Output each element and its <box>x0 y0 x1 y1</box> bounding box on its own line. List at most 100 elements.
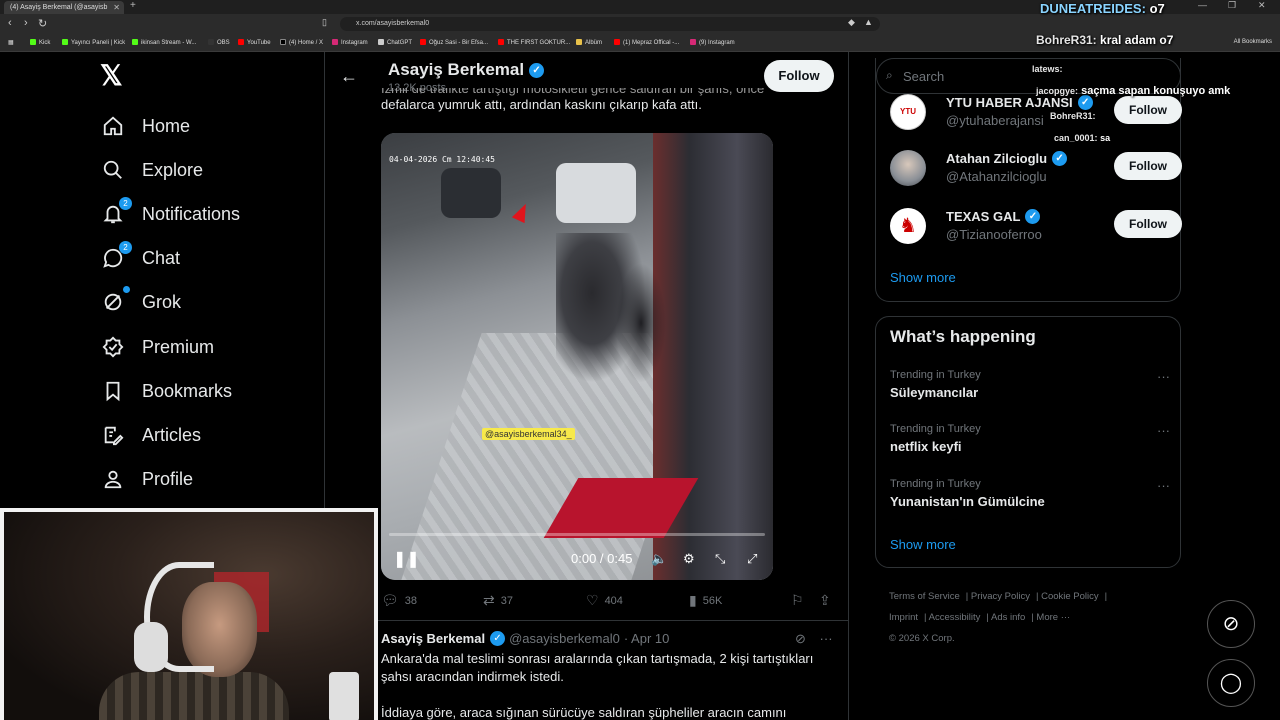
streamer-shirt <box>99 672 289 720</box>
repost-button[interactable]: ⇄ 37 <box>483 592 513 609</box>
fullscreen-icon[interactable]: ⤢ <box>747 551 757 567</box>
bookmark-item[interactable]: (9) Instagram <box>690 39 735 46</box>
grok-explain-icon[interactable]: ⊘ <box>795 631 806 646</box>
minimize-video-icon[interactable]: ⤡ <box>715 551 725 567</box>
back-arrow-icon[interactable]: ← <box>340 66 358 87</box>
suggested-account[interactable]: ♞ TEXAS GAL ✓ @Tizianooferroo Follow <box>890 208 1182 248</box>
suggested-account[interactable]: Atahan Zilcioglu ✓ @Atahanzilcioglu Follo… <box>890 150 1182 190</box>
footer-link[interactable]: Accessibility <box>929 612 981 623</box>
search-icon <box>100 157 126 183</box>
more-options-icon[interactable]: ··· <box>1157 478 1170 493</box>
tweet-author-handle[interactable]: @asayisberkemal0 <box>509 631 620 646</box>
bookmark-item[interactable]: Kick <box>30 39 50 46</box>
bookmark-page-icon[interactable]: ▯ <box>322 17 327 28</box>
footer-link[interactable]: Terms of Service <box>889 591 960 602</box>
settings-gear-icon[interactable]: ⚙ <box>683 551 695 567</box>
grok-dot <box>123 286 130 293</box>
chat-line: BohreR31: kral adam o7 <box>1036 33 1174 47</box>
nav-profile[interactable]: Profile <box>100 464 193 494</box>
messages-float-button[interactable]: ◯ <box>1207 659 1255 707</box>
bookmark-item[interactable]: Yayıncı Paneli | Kick <box>62 39 125 46</box>
follow-button[interactable]: Follow <box>1114 96 1182 124</box>
verified-badge-icon: ✓ <box>1052 151 1068 166</box>
apps-icon[interactable]: ▦ <box>8 39 14 46</box>
address-bar[interactable]: x.com/asayisberkemal0 <box>340 17 880 31</box>
rewards-icon[interactable]: ▲ <box>864 17 873 27</box>
show-more-link[interactable]: Show more <box>890 270 956 285</box>
reload-icon[interactable]: ↻ <box>38 17 47 30</box>
nav-premium[interactable]: Premium <box>100 332 214 362</box>
bookmark-item[interactable]: ChatGPT <box>378 39 412 46</box>
show-more-link[interactable]: Show more <box>890 537 956 552</box>
maximize-icon[interactable]: ❐ <box>1228 0 1236 11</box>
nav-grok[interactable]: Grok <box>100 286 181 317</box>
x-logo-icon[interactable]: 𝕏 <box>100 62 128 90</box>
notification-badge: 2 <box>119 197 132 210</box>
nav-home[interactable]: Home <box>100 111 190 141</box>
volume-icon[interactable]: 🔈 <box>651 551 667 567</box>
close-tab-icon[interactable]: ✕ <box>113 3 120 12</box>
bookmark-item[interactable]: OBS <box>208 39 230 46</box>
footer-link[interactable]: Imprint <box>889 612 918 623</box>
nav-notifications[interactable]: 2 Notifications <box>100 197 240 229</box>
footer-link[interactable]: Cookie Policy <box>1041 591 1099 602</box>
nav-articles[interactable]: Articles <box>100 420 201 450</box>
follow-button[interactable]: Follow <box>1114 210 1182 238</box>
tweet-author-name[interactable]: Asayiş Berkemal <box>381 631 485 646</box>
copyright: © 2026 X Corp. <box>889 633 955 644</box>
window-close-icon[interactable]: ✕ <box>1258 0 1266 11</box>
tweet-paragraph: Ankara'da mal teslimi sonrası aralarında… <box>381 651 814 684</box>
views-button[interactable]: ▮ 56K <box>689 592 722 609</box>
nav-label: Bookmarks <box>142 380 233 401</box>
footer-link[interactable]: Ads info <box>991 612 1025 623</box>
reply-button[interactable]: 💬︎ 38 <box>381 592 417 609</box>
bookmark-item[interactable]: YouTube <box>238 39 271 46</box>
bookmark-item[interactable]: Oğuz Sasi - Bir Efsa... <box>420 39 488 46</box>
all-bookmarks[interactable]: All Bookmarks <box>1234 39 1272 45</box>
like-count: 404 <box>604 594 623 607</box>
profile-icon <box>100 466 126 492</box>
suggested-account[interactable]: YTU YTU HABER AJANSI ✓ @ytuhaberajansi Fo… <box>890 94 1182 134</box>
whats-happening-panel: What’s happening Trending in Turkey Süle… <box>875 316 1181 568</box>
bookmark-item[interactable]: Albüm <box>576 39 602 46</box>
nav-explore[interactable]: Explore <box>100 155 203 185</box>
new-tab-icon[interactable]: + <box>130 0 136 11</box>
pause-icon[interactable]: ❚❚ <box>393 549 420 569</box>
more-options-icon[interactable]: ··· <box>820 631 833 646</box>
bookmark-item[interactable]: Instagram <box>332 39 368 46</box>
bookmark-tweet-icon[interactable]: ⚐ <box>791 592 810 609</box>
video-progress-bar[interactable] <box>389 533 765 536</box>
nav-label: Articles <box>142 424 202 445</box>
tweet-video[interactable]: 04-04-2026 Cm 12:40:45 @asayisberkemal34… <box>381 133 773 580</box>
nav-chat[interactable]: 2 Chat <box>100 241 180 273</box>
share-icon[interactable]: ⇪ <box>819 592 837 609</box>
follow-button[interactable]: Follow <box>1114 152 1182 180</box>
account-name: Atahan Zilcioglu ✓ <box>946 151 1068 166</box>
trend-item[interactable]: Trending in Turkey Süleymancılar ··· <box>890 369 1170 405</box>
tweet-date[interactable]: · Apr 10 <box>624 631 670 646</box>
chat-line: can_0001: sa <box>1054 133 1111 143</box>
bookmark-item[interactable]: ikinsan Stream - W... <box>132 39 196 46</box>
grok-float-button[interactable]: ⊘ <box>1207 600 1255 648</box>
trend-item[interactable]: Trending in Turkey Yunanistan'ın Gümülci… <box>890 478 1170 514</box>
footer-link[interactable]: More ··· <box>1036 612 1070 623</box>
forward-icon[interactable]: › <box>24 17 28 29</box>
minimize-icon[interactable]: — <box>1198 0 1207 10</box>
articles-icon <box>100 422 126 448</box>
nav-label: Profile <box>142 468 194 489</box>
avatar: YTU <box>890 94 926 130</box>
bookmark-item[interactable]: (1) Mepraz Offical -... <box>614 39 679 46</box>
more-options-icon[interactable]: ··· <box>1157 423 1170 438</box>
trend-item[interactable]: Trending in Turkey netflix keyfi ··· <box>890 423 1170 459</box>
browser-tab[interactable]: (4) Asayiş Berkemal (@asayisb ✕ <box>4 1 124 14</box>
more-options-icon[interactable]: ··· <box>1157 369 1170 384</box>
back-icon[interactable]: ‹ <box>8 17 12 29</box>
nav-bookmarks[interactable]: Bookmarks <box>100 376 232 406</box>
bookmark-item[interactable]: (4) Home / X <box>280 39 323 46</box>
footer-link[interactable]: Privacy Policy <box>971 591 1030 602</box>
shield-icon[interactable]: ◆ <box>848 17 855 28</box>
like-button[interactable]: ♡ 404 <box>586 592 623 609</box>
repost-count: 37 <box>500 594 513 607</box>
bookmark-item[interactable]: THE FIRST GOKTUR... <box>498 39 570 46</box>
account-name: YTU HABER AJANSI ✓ <box>946 95 1093 110</box>
